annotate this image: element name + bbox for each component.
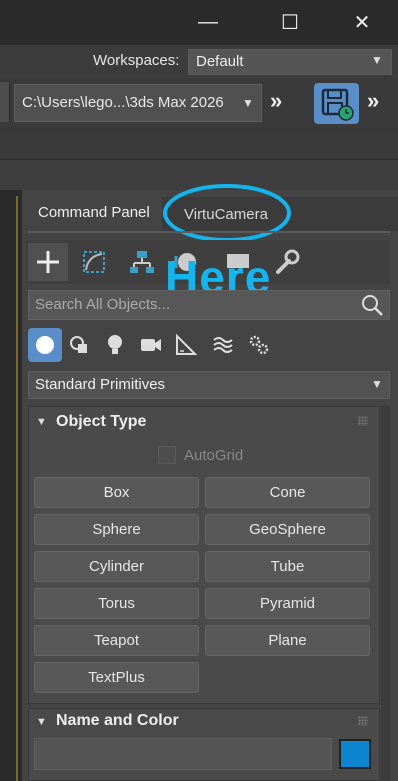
workspaces-value: Default — [196, 53, 244, 70]
geosphere-button[interactable]: GeoSphere — [205, 514, 370, 545]
chevron-down-icon: ▼ — [371, 53, 383, 67]
utilities-tab[interactable] — [266, 243, 306, 281]
hierarchy-tab[interactable] — [122, 243, 162, 281]
search-icon[interactable] — [359, 292, 385, 318]
torus-button[interactable]: Torus — [34, 588, 199, 619]
autogrid-checkbox[interactable] — [158, 446, 176, 464]
tab-divider — [28, 231, 390, 233]
box-button[interactable]: Box — [34, 477, 199, 508]
category-cameras[interactable] — [134, 328, 168, 362]
category-systems[interactable] — [242, 328, 276, 362]
geometry-icon — [36, 336, 54, 354]
category-helpers[interactable] — [169, 328, 203, 362]
search-placeholder: Search All Objects... — [35, 296, 171, 313]
category-geometry[interactable] — [28, 328, 62, 362]
tube-button[interactable]: Tube — [205, 551, 370, 582]
viewport-border — [16, 196, 18, 781]
save-clock-icon — [321, 88, 354, 121]
helpers-icon — [176, 333, 198, 355]
cone-button[interactable]: Cone — [205, 477, 370, 508]
teapot-button[interactable]: Teapot — [34, 625, 199, 656]
maximize-button[interactable]: ☐ — [262, 0, 318, 45]
panel-scrollbar[interactable] — [381, 406, 390, 781]
drag-grip-icon[interactable] — [358, 716, 368, 726]
chevron-down-icon: ▼ — [242, 96, 254, 110]
category-space-warps[interactable] — [206, 328, 240, 362]
minimize-icon: — — [198, 11, 218, 33]
pyramid-button[interactable]: Pyramid — [205, 588, 370, 619]
shapes-icon — [70, 336, 87, 353]
textplus-button[interactable]: TextPlus — [34, 662, 199, 693]
tab-command-panel-label: Command Panel — [38, 204, 150, 221]
collapse-triangle-icon[interactable]: ▼ — [36, 416, 47, 428]
project-path-value: C:\Users\lego...\3ds Max 2026 — [22, 94, 224, 111]
ribbon-strip — [0, 128, 398, 160]
viewport-edge — [0, 190, 22, 781]
autosave-button[interactable] — [314, 83, 359, 124]
object-type-title[interactable]: Object Type — [56, 413, 146, 431]
create-tab[interactable] — [28, 243, 68, 281]
drag-grip-icon[interactable] — [358, 416, 368, 426]
more-tools-button[interactable]: » — [270, 88, 282, 114]
highlight-ellipse — [163, 184, 291, 242]
chevron-down-icon: ▼ — [371, 377, 383, 391]
workspaces-label: Workspaces: — [93, 52, 180, 69]
cylinder-button[interactable]: Cylinder — [34, 551, 199, 582]
sphere-button[interactable]: Sphere — [34, 514, 199, 545]
minimize-button[interactable]: — — [180, 0, 236, 45]
plane-button[interactable]: Plane — [205, 625, 370, 656]
close-button[interactable]: ✕ — [334, 0, 390, 45]
modify-icon — [83, 251, 105, 273]
toolbar-handle — [0, 82, 10, 122]
modify-tab[interactable] — [74, 243, 114, 281]
hierarchy-icon — [130, 251, 154, 273]
cameras-icon — [141, 339, 161, 351]
space-warps-icon — [213, 337, 233, 353]
close-icon: ✕ — [353, 12, 371, 34]
category-lights[interactable] — [98, 328, 132, 362]
more-tools-button-2[interactable]: » — [367, 88, 379, 114]
maximize-icon: ☐ — [281, 12, 299, 34]
collapse-triangle-icon[interactable]: ▼ — [36, 716, 47, 728]
utilities-icon — [276, 249, 300, 274]
name-and-color-title[interactable]: Name and Color — [56, 712, 179, 730]
lights-icon — [108, 335, 122, 354]
object-name-input[interactable] — [34, 738, 332, 770]
primitive-type-value: Standard Primitives — [35, 376, 166, 393]
systems-icon — [249, 335, 269, 355]
category-shapes[interactable] — [63, 328, 97, 362]
autogrid-label: AutoGrid — [184, 447, 244, 464]
create-icon — [37, 251, 59, 273]
object-color-swatch[interactable] — [339, 739, 371, 769]
